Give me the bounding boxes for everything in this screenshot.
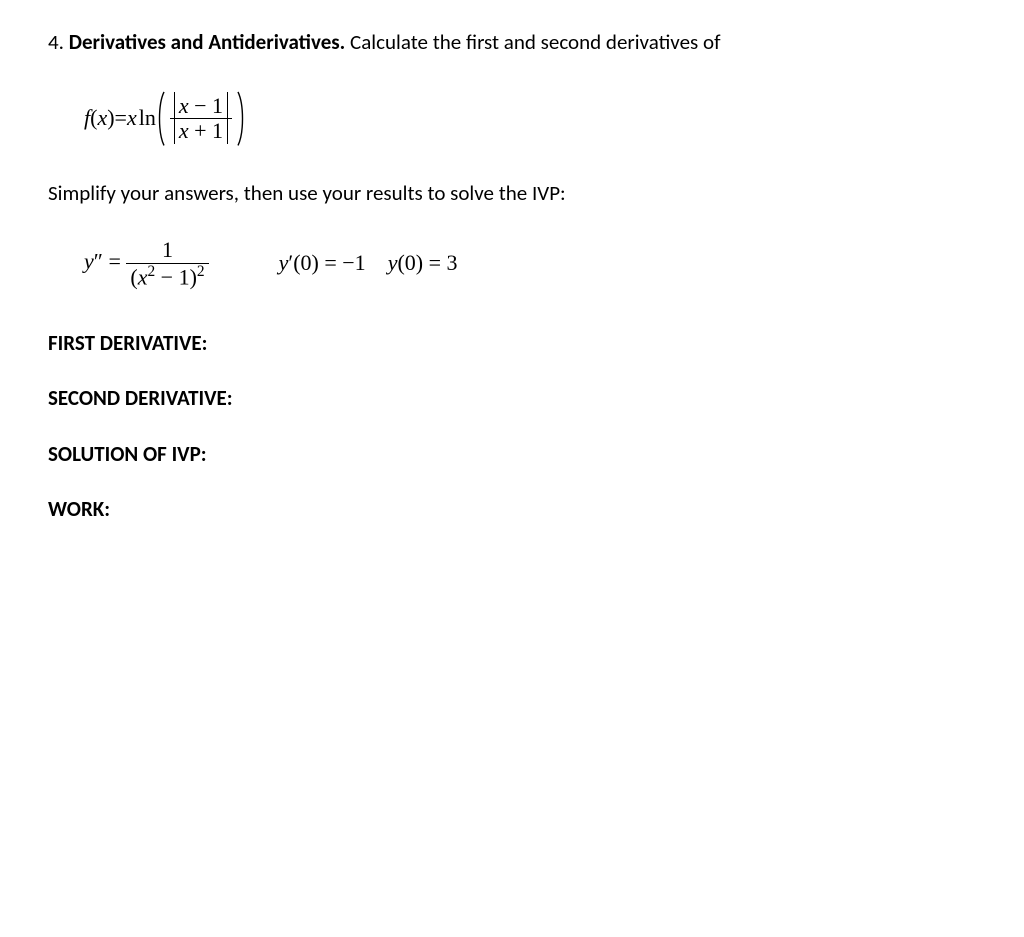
eq1-den-1: 1: [212, 118, 223, 143]
ivp-frac-num: 1: [126, 238, 208, 263]
label-solution-ivp: SOLUTION OF IVP:: [48, 440, 976, 469]
eq1-paren-content: x − 1 x + 1: [158, 94, 244, 143]
eq1-num-1: 1: [212, 93, 223, 118]
ivp-frac-den: (x2 − 1)2: [126, 264, 208, 290]
eq1-fraction: x − 1 x + 1: [170, 94, 232, 143]
paren-left-icon: [156, 90, 166, 147]
eq1-ln: ln: [139, 103, 156, 134]
ivp-equation-row: y″ = 1 (x2 − 1)2 y′(0) = −1 y(0) = 3: [84, 231, 976, 297]
ivp-ode: y″ = 1 (x2 − 1)2: [84, 238, 209, 289]
ivp-eq: =: [103, 249, 126, 274]
eq1-x: x: [97, 103, 107, 134]
eq1-frac-den: x + 1: [170, 119, 232, 143]
problem-number: 4.: [48, 29, 64, 55]
instruction-simplify: Simplify your answers, then use your res…: [48, 179, 976, 208]
ivp-den-xsq: 2: [147, 263, 155, 280]
label-work: WORK:: [48, 495, 976, 524]
paren-right-icon: [236, 90, 246, 147]
ivp-cond2-y: y: [388, 250, 398, 275]
ivp-y: y: [84, 249, 94, 274]
ivp-cond2-arg: 0: [405, 250, 416, 275]
label-second-derivative: SECOND DERIVATIVE:: [48, 384, 976, 413]
ivp-den-one: 1: [179, 264, 190, 289]
ivp-cond1-eq: =: [319, 250, 342, 275]
eq1-big-paren: x − 1 x + 1: [156, 90, 246, 147]
eq1-equals: =: [115, 103, 127, 134]
problem-title: Derivatives and Antiderivatives.: [69, 29, 346, 55]
ivp-fraction: 1 (x2 − 1)2: [126, 238, 208, 289]
eq1-abs-den: x + 1: [174, 118, 228, 143]
ivp-cond2-rp: ): [416, 250, 423, 275]
ivp-den-lp: (: [130, 264, 137, 289]
ivp-double-prime: ″: [94, 249, 103, 274]
eq1-num-op: −: [189, 93, 212, 118]
eq1-den-x: x: [179, 118, 189, 143]
ivp-den-x: x: [138, 264, 148, 289]
ivp-conditions: y′(0) = −1 y(0) = 3: [279, 248, 458, 279]
ivp-cond1-val: −1: [342, 250, 365, 275]
ivp-den-minus: −: [155, 264, 178, 289]
label-first-derivative: FIRST DERIVATIVE:: [48, 329, 976, 358]
ivp-cond1-rp: ): [312, 250, 319, 275]
eq1-rparen: ): [107, 103, 114, 134]
ivp-den-outer-sq: 2: [197, 263, 205, 280]
problem-heading: 4. Derivatives and Antiderivatives. Calc…: [48, 28, 976, 57]
eq1-frac-num: x − 1: [170, 94, 232, 119]
ivp-cond1-arg: 0: [301, 250, 312, 275]
eq1-factor-x: x: [127, 103, 137, 134]
ivp-cond1-y: y: [279, 250, 289, 275]
ivp-cond2-lp: (: [397, 250, 404, 275]
ivp-cond1-lp: (: [293, 250, 300, 275]
equation-f-of-x: f(x) = xln x − 1 x + 1: [84, 83, 976, 153]
eq1-num-x: x: [179, 93, 189, 118]
ivp-cond2-val: 3: [447, 250, 458, 275]
eq1-abs-num: x − 1: [174, 93, 228, 118]
problem-prompt: Calculate the first and second derivativ…: [345, 29, 720, 55]
ivp-cond2-eq: =: [423, 250, 446, 275]
page-content: 4. Derivatives and Antiderivatives. Calc…: [0, 0, 1024, 524]
ivp-den-rp: ): [190, 264, 197, 289]
eq1-den-op: +: [189, 118, 212, 143]
